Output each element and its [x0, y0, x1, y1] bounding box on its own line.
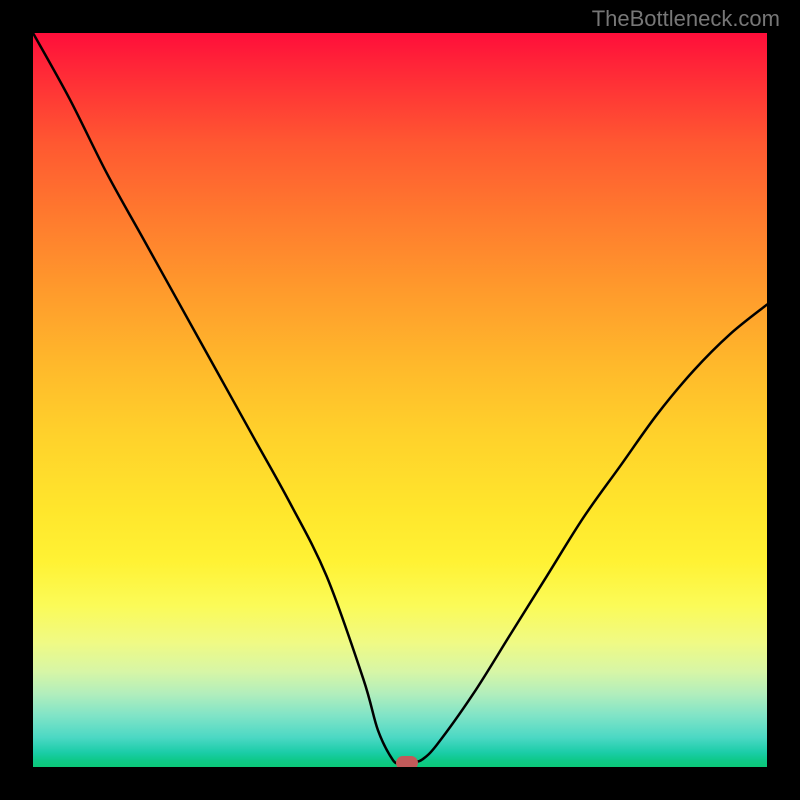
bottleneck-chart: TheBottleneck.com	[0, 0, 800, 800]
watermark-text: TheBottleneck.com	[592, 6, 780, 32]
bottleneck-curve	[33, 33, 767, 767]
optimal-point-marker	[396, 756, 418, 767]
plot-area	[33, 33, 767, 767]
